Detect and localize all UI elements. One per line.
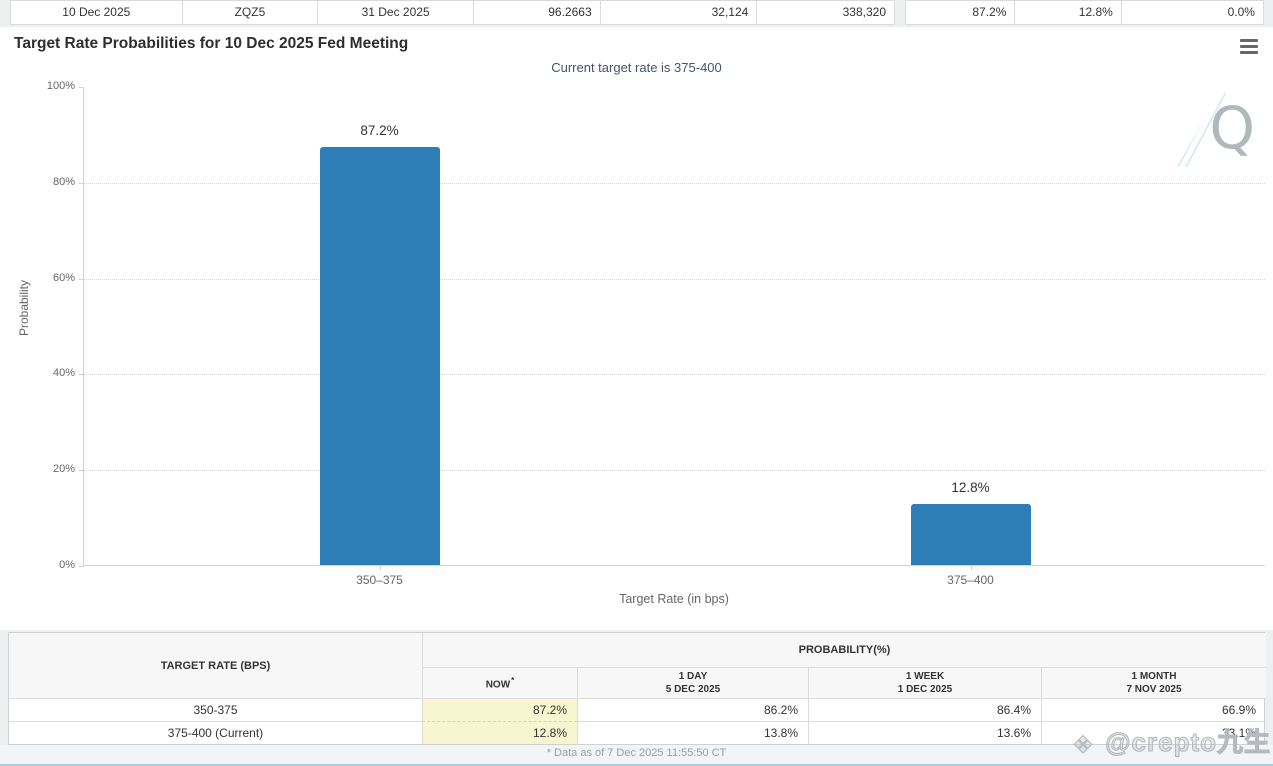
header-line2: 7 NOV 2025 (1126, 683, 1181, 696)
y-axis-tick (79, 183, 84, 184)
table-cell-now: 12.8% (422, 721, 577, 744)
y-tick-label: 100% (47, 80, 75, 92)
quote-cell: 31 Dec 2025 (317, 1, 473, 24)
quote-cell: 12.8% (1014, 1, 1120, 24)
x-axis-title: Target Rate (in bps) (83, 592, 1265, 606)
menu-bar (1240, 51, 1258, 54)
probability-bar[interactable] (320, 147, 440, 565)
plot-area: Q 0%20%40%60%80%100%87.2%350–37512.8%375… (83, 87, 1265, 566)
x-axis-tick (971, 565, 972, 570)
table-header-1week: 1 WEEK 1 DEC 2025 (808, 667, 1041, 698)
y-tick-label: 60% (53, 272, 75, 284)
table-cell: 86.4% (808, 698, 1041, 721)
probability-quote-table: 87.2% 12.8% 0.0% (905, 0, 1264, 25)
quote-cell: 338,320 (756, 1, 894, 24)
y-tick-label: 40% (53, 367, 75, 379)
contract-quote-table: 10 Dec 2025 ZQZ5 31 Dec 2025 96.2663 32,… (10, 0, 895, 25)
table-header-1day: 1 DAY 5 DEC 2025 (577, 667, 808, 698)
table-header-now: NOW* (422, 667, 577, 698)
y-axis-tick (79, 87, 84, 88)
header-line2: 1 DEC 2025 (898, 683, 952, 696)
table-cell: 13.8% (577, 721, 808, 744)
quote-cell: 32,124 (600, 1, 757, 24)
gridline (84, 470, 1265, 471)
quote-cell: 10 Dec 2025 (11, 1, 182, 24)
x-tick-label: 375–400 (911, 573, 1031, 587)
y-axis-tick (79, 279, 84, 280)
q-logo-icon: Q (1209, 91, 1255, 165)
header-line1: 1 WEEK (906, 670, 944, 683)
table-header-probability: PROBABILITY(%) (422, 633, 1266, 667)
bar-value-label: 12.8% (911, 480, 1031, 495)
quote-bar: 10 Dec 2025 ZQZ5 31 Dec 2025 96.2663 32,… (0, 0, 1273, 26)
gridline (84, 183, 1265, 184)
y-axis-tick (79, 566, 84, 567)
chart-title: Target Rate Probabilities for 10 Dec 202… (14, 35, 408, 53)
chart-subtitle: Current target rate is 375-400 (0, 60, 1273, 75)
y-axis-tick (79, 374, 84, 375)
table-cell-rate: 375-400 (Current) (9, 721, 422, 744)
y-tick-label: 80% (53, 176, 75, 188)
y-tick-label: 20% (53, 463, 75, 475)
table-cell: 66.9% (1041, 698, 1266, 721)
probability-bar[interactable] (911, 504, 1031, 565)
gridline (84, 279, 1265, 280)
quikstrike-watermark: Q (1185, 91, 1257, 173)
menu-bar (1240, 39, 1258, 42)
y-tick-label: 0% (59, 559, 75, 571)
watermark-text: @crepto九生 (1105, 727, 1271, 757)
table-cell-rate: 350-375 (9, 698, 422, 721)
table-cell: 86.2% (577, 698, 808, 721)
quote-cell: 96.2663 (473, 1, 600, 24)
gridline (84, 374, 1265, 375)
data-asof-note: * Data as of 7 Dec 2025 11:55:50 CT (547, 747, 727, 759)
quote-cell: ZQZ5 (182, 1, 318, 24)
site-watermark: ❖ @crepto九生 (1072, 722, 1271, 760)
hamburger-menu-icon[interactable] (1240, 39, 1260, 55)
table-cell: 13.6% (808, 721, 1041, 744)
chart-card: Target Rate Probabilities for 10 Dec 202… (0, 27, 1273, 630)
y-axis-title: Probability (17, 280, 31, 336)
fedwatch-page: 10 Dec 2025 ZQZ5 31 Dec 2025 96.2663 32,… (0, 0, 1273, 766)
table-header-1month: 1 MONTH 7 NOV 2025 (1041, 667, 1266, 698)
y-axis-tick (79, 470, 84, 471)
table-cell-now: 87.2% (422, 698, 577, 721)
header-line2: 5 DEC 2025 (666, 683, 720, 696)
bar-value-label: 87.2% (320, 123, 440, 138)
now-label: NOW (486, 680, 510, 691)
menu-bar (1240, 45, 1258, 48)
quote-cell: 0.0% (1121, 1, 1263, 24)
quote-cell: 87.2% (906, 1, 1014, 24)
x-tick-label: 350–375 (320, 573, 440, 587)
header-line1: 1 MONTH (1132, 670, 1177, 683)
now-asterisk: * (511, 676, 514, 685)
table-header-target-rate: TARGET RATE (BPS) (9, 633, 422, 698)
x-axis-tick (380, 565, 381, 570)
header-line1: 1 DAY (679, 670, 708, 683)
diamond-logo-icon: ❖ (1072, 732, 1095, 759)
